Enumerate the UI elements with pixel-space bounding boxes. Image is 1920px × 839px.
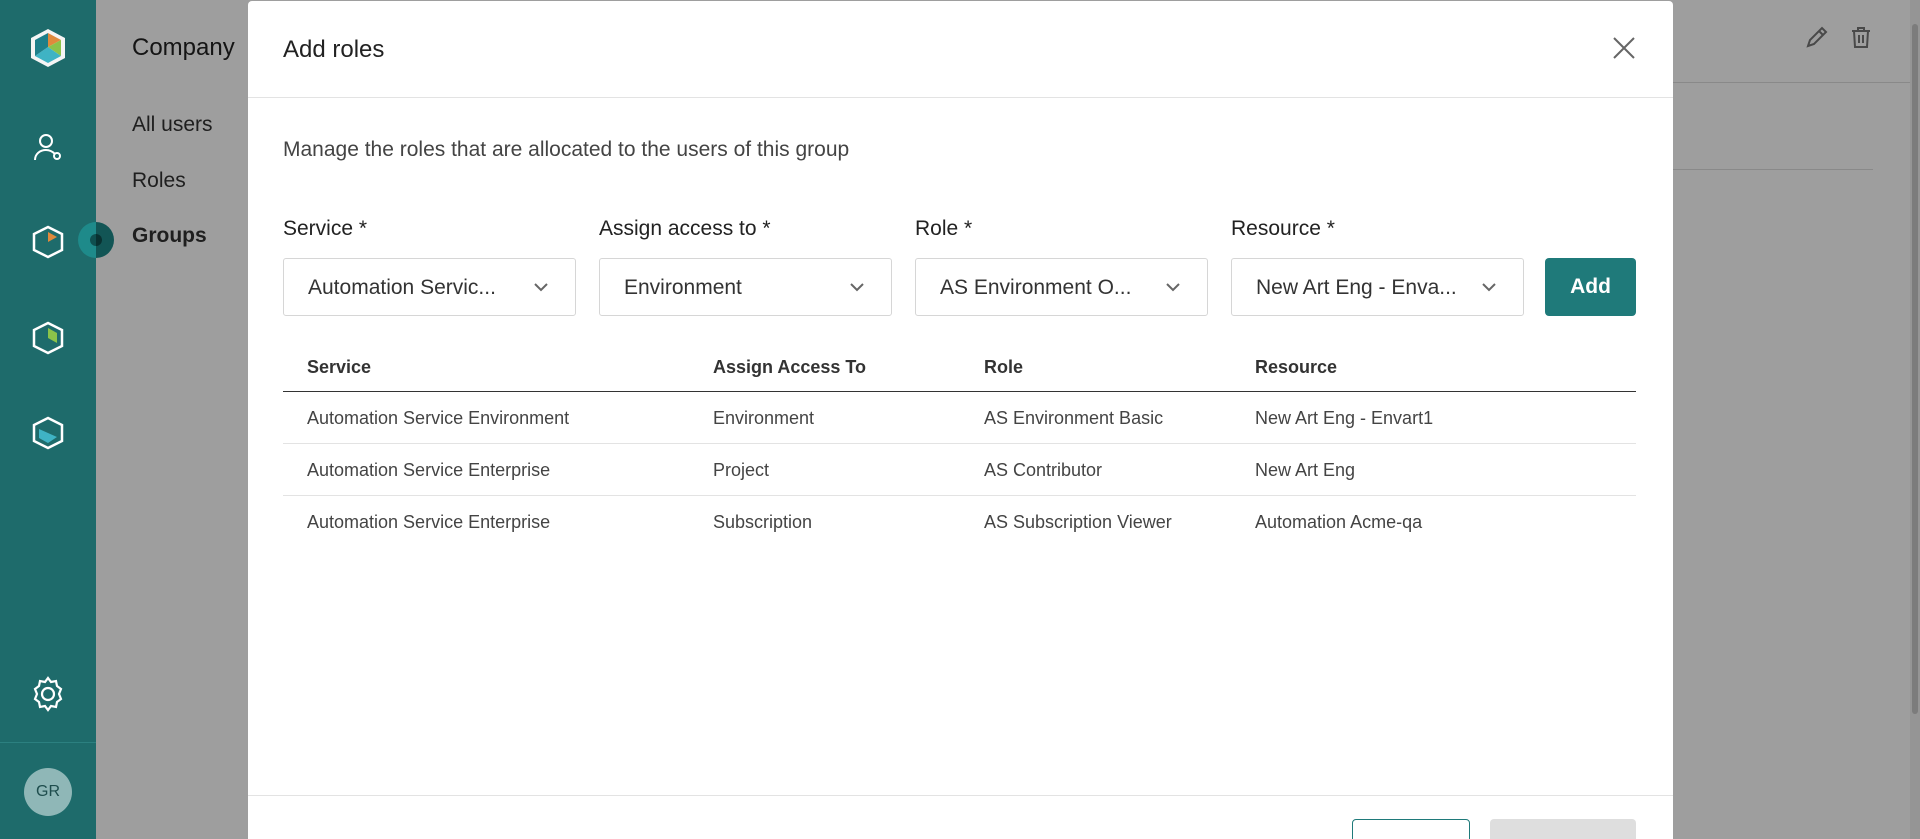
resource-label: Resource * — [1231, 217, 1335, 240]
dialog-header: Add roles — [248, 1, 1673, 98]
cell-assign-access: Subscription — [713, 512, 813, 532]
resource-select-value: New Art Eng - Enva... — [1256, 276, 1457, 299]
cell-role: AS Environment Basic — [984, 408, 1164, 428]
role-select-value: AS Environment O... — [940, 276, 1132, 299]
assign-access-select-value: Environment — [624, 276, 742, 299]
role-label: Role * — [915, 217, 973, 240]
product-hex-orange-icon[interactable] — [26, 220, 70, 264]
add-role-button[interactable]: Add — [1545, 258, 1636, 316]
dialog-description: Manage the roles that are allocated to t… — [283, 138, 850, 161]
users-icon[interactable] — [26, 125, 70, 169]
cell-role: AS Contributor — [984, 460, 1103, 480]
column-header-service[interactable]: Service — [307, 357, 371, 378]
close-icon[interactable] — [1611, 35, 1637, 61]
chevron-down-icon — [1166, 283, 1180, 292]
save-button-disabled[interactable] — [1490, 819, 1636, 839]
cell-resource: New Art Eng — [1255, 460, 1356, 480]
service-select-value: Automation Servic... — [308, 276, 496, 299]
user-avatar[interactable]: GR — [24, 768, 72, 816]
product-hex-green-icon[interactable] — [26, 316, 70, 360]
resource-select[interactable]: New Art Eng - Enva... — [1231, 258, 1524, 316]
service-label: Service * — [283, 217, 368, 240]
add-roles-dialog: Add roles Manage the roles that are allo… — [248, 1, 1673, 839]
role-select[interactable]: AS Environment O... — [915, 258, 1208, 316]
column-header-assign-access[interactable]: Assign Access To — [713, 357, 866, 378]
assign-access-label: Assign access to * — [599, 217, 771, 240]
app-rail: GR — [0, 0, 96, 839]
table-row[interactable]: Automation Service Enterprise Project AS… — [283, 444, 1636, 496]
cell-service: Automation Service Environment — [307, 408, 570, 428]
app-logo-icon[interactable] — [26, 26, 70, 70]
cell-resource: Automation Acme-qa — [1255, 512, 1423, 532]
cell-service: Automation Service Enterprise — [307, 512, 551, 532]
cell-role: AS Subscription Viewer — [984, 512, 1172, 532]
table-row[interactable]: Automation Service Enterprise Subscripti… — [283, 496, 1636, 548]
chevron-down-icon — [1482, 283, 1496, 292]
settings-gear-icon[interactable] — [26, 672, 70, 716]
cell-assign-access: Project — [713, 460, 770, 480]
table-row[interactable]: Automation Service Environment Environme… — [283, 392, 1636, 444]
rail-divider — [0, 742, 96, 743]
chevron-down-icon — [534, 283, 548, 292]
service-select[interactable]: Automation Servic... — [283, 258, 576, 316]
column-header-role[interactable]: Role — [984, 357, 1023, 378]
assign-access-select[interactable]: Environment — [599, 258, 892, 316]
product-hex-blue-icon[interactable] — [26, 411, 70, 455]
column-header-resource[interactable]: Resource — [1255, 357, 1337, 378]
dialog-footer-divider — [248, 795, 1673, 796]
cell-service: Automation Service Enterprise — [307, 460, 551, 480]
cell-resource: New Art Eng - Envart1 — [1255, 408, 1434, 428]
dialog-title: Add roles — [283, 36, 385, 63]
table-header: Service Assign Access To Role Resource — [283, 346, 1636, 392]
cell-assign-access: Environment — [713, 408, 815, 428]
roles-table: Service Assign Access To Role Resource A… — [283, 346, 1636, 548]
cancel-button[interactable] — [1352, 819, 1470, 839]
chevron-down-icon — [850, 283, 864, 292]
